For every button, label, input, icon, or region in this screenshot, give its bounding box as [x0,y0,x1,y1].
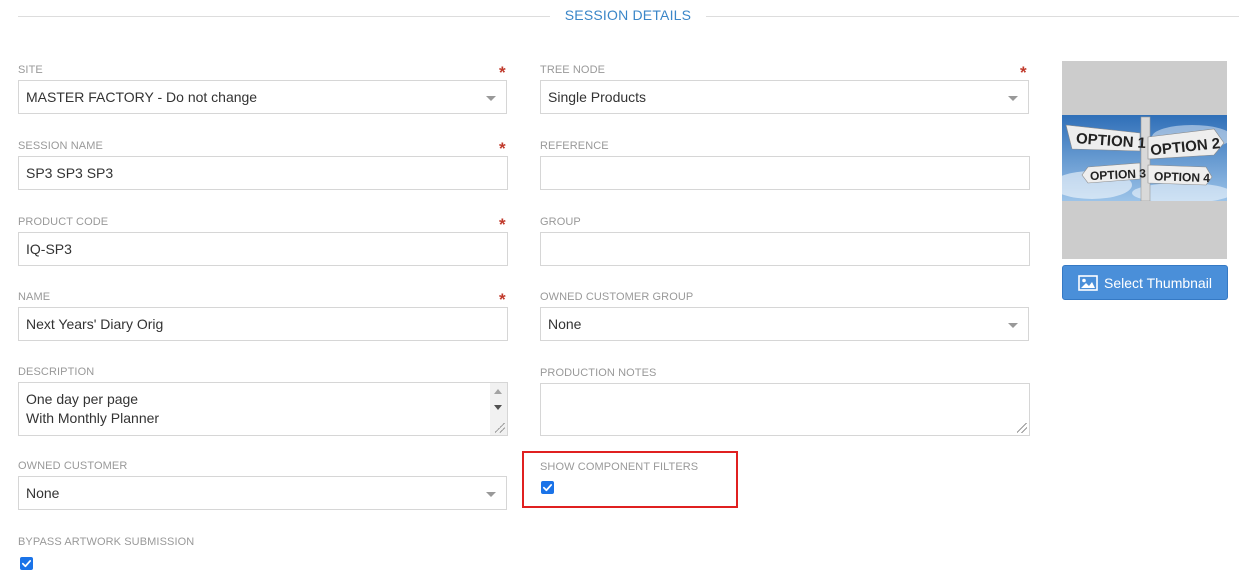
group-label: GROUP [540,216,581,228]
description-line: With Monthly Planner [26,410,160,426]
checkmark-icon [542,484,553,492]
product-code-required-marker: * [499,215,506,234]
chevron-down-icon [486,492,496,497]
show-component-filters-label: SHOW COMPONENT FILTERS [540,461,699,473]
owned-customer-select[interactable]: None [18,476,507,510]
sign-option-4: OPTION 4 [1154,169,1211,185]
reference-input[interactable] [540,156,1030,190]
highlight-box [522,451,738,508]
session-name-label: SESSION NAME [18,140,103,152]
session-name-input[interactable]: SP3 SP3 SP3 [18,156,508,190]
site-required-marker: * [499,63,506,82]
resize-grip-icon[interactable] [495,423,505,433]
session-name-value: SP3 SP3 SP3 [26,165,114,181]
thumbnail-preview: OPTION 1 OPTION 2 OPTION 3 OPTION 4 [1062,61,1227,259]
group-input[interactable] [540,232,1030,266]
tree-node-select[interactable]: Single Products [540,80,1029,114]
site-select[interactable]: MASTER FACTORY - Do not change [18,80,507,114]
checkmark-icon [21,560,32,568]
description-textarea[interactable]: One day per page With Monthly Planner [18,382,508,436]
tree-node-required-marker: * [1020,63,1027,82]
name-value: Next Years' Diary Orig [26,316,164,332]
chevron-down-icon [1008,96,1018,101]
reference-label: REFERENCE [540,140,609,152]
site-label: SITE [18,64,43,76]
tree-node-label: TREE NODE [540,64,606,76]
show-component-filters-checkbox[interactable] [541,481,554,494]
sign-option-3: OPTION 3 [1090,166,1147,183]
section-divider-left [18,16,550,17]
name-label: NAME [18,291,51,303]
product-code-input[interactable]: IQ-SP3 [18,232,508,266]
resize-grip-icon[interactable] [1017,423,1027,433]
image-icon [1078,274,1098,291]
owned-customer-value: None [26,485,60,501]
site-value: MASTER FACTORY - Do not change [26,89,258,105]
production-notes-textarea[interactable] [540,383,1030,436]
production-notes-label: PRODUCTION NOTES [540,367,657,379]
owned-customer-group-value: None [548,316,582,332]
bypass-artwork-submission-label: BYPASS ARTWORK SUBMISSION [18,536,195,548]
scroll-up-icon[interactable] [494,389,502,394]
select-thumbnail-button[interactable]: Select Thumbnail [1062,265,1228,300]
section-divider-right [706,16,1239,17]
session-name-required-marker: * [499,139,506,158]
select-thumbnail-label: Select Thumbnail [1104,274,1212,291]
thumbnail-image: OPTION 1 OPTION 2 OPTION 3 OPTION 4 [1062,115,1227,201]
scroll-down-icon[interactable] [494,405,502,410]
bypass-artwork-submission-checkbox[interactable] [20,557,33,570]
name-input[interactable]: Next Years' Diary Orig [18,307,508,341]
chevron-down-icon [486,96,496,101]
product-code-value: IQ-SP3 [26,241,72,257]
chevron-down-icon [1008,323,1018,328]
product-code-label: PRODUCT CODE [18,216,109,228]
owned-customer-group-select[interactable]: None [540,307,1029,341]
description-label: DESCRIPTION [18,366,95,378]
name-required-marker: * [499,290,506,309]
description-line: One day per page [26,391,139,407]
owned-customer-label: OWNED CUSTOMER [18,460,128,472]
tree-node-value: Single Products [548,89,647,105]
owned-customer-group-label: OWNED CUSTOMER GROUP [540,291,694,303]
section-title: SESSION DETAILS [564,7,692,23]
